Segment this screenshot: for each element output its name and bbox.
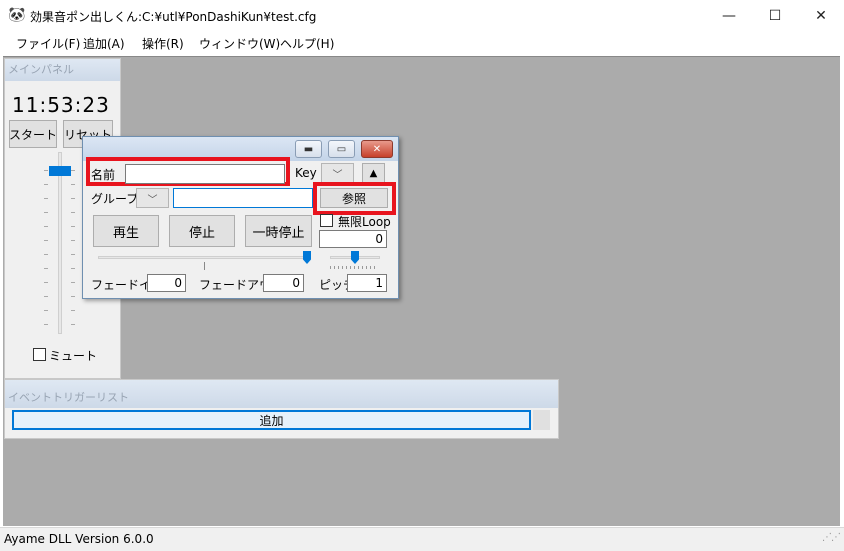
panda-app-icon[interactable]: 🐼: [8, 7, 25, 23]
menu-help[interactable]: ヘルプ(H): [280, 35, 334, 52]
play-button[interactable]: 再生: [93, 215, 159, 247]
pitch-tick: [354, 266, 355, 269]
stop-button[interactable]: 停止: [169, 215, 235, 247]
volume-tick: [71, 268, 75, 269]
pitch-tick: [374, 266, 375, 269]
clock-display: 11:53:23: [12, 93, 110, 117]
mute-checkbox[interactable]: [33, 348, 46, 361]
pause-button[interactable]: 一時停止: [245, 215, 312, 247]
volume-tick: [71, 198, 75, 199]
pitch-tick: [366, 266, 367, 269]
group-dropdown[interactable]: ﹀: [136, 188, 169, 208]
volume-tick: [44, 212, 48, 213]
volume-tick: [44, 268, 48, 269]
mute-label: ミュート: [49, 349, 98, 363]
pitch-tick: [346, 266, 347, 269]
sound-minimize-button[interactable]: ▬: [295, 140, 322, 158]
browse-button[interactable]: 参照: [320, 188, 388, 208]
volume-tick: [71, 226, 75, 227]
up-arrow-button[interactable]: ▲: [362, 163, 385, 183]
key-label: Key: [295, 166, 317, 180]
key-dropdown[interactable]: ﹀: [321, 163, 354, 183]
pitch-tick: [342, 266, 343, 269]
pitch-slider-ticks: [330, 266, 380, 269]
event-list-scroll-area: [533, 410, 550, 430]
window-title: 効果音ポン出しくん:C:¥utl¥PonDashiKun¥test.cfg: [30, 10, 317, 24]
volume-tick: [44, 282, 48, 283]
minimize-button[interactable]: —: [706, 0, 752, 31]
group-input[interactable]: [173, 188, 313, 208]
loop-checkbox[interactable]: [320, 214, 333, 227]
volume-tick: [71, 310, 75, 311]
volume-tick: [44, 240, 48, 241]
pitch-tick: [370, 266, 371, 269]
volume-tick: [44, 310, 48, 311]
menu-add[interactable]: 追加(A): [83, 35, 125, 52]
start-button[interactable]: スタート: [9, 120, 57, 148]
fadein-input[interactable]: 0: [147, 274, 186, 292]
volume-tick: [44, 254, 48, 255]
event-trigger-panel: イベントトリガーリスト: [4, 379, 559, 439]
volume-tick: [71, 282, 75, 283]
fadeout-input[interactable]: 0: [263, 274, 304, 292]
name-label: 名前: [91, 168, 116, 182]
volume-tick: [71, 324, 75, 325]
master-volume-ticks: [44, 170, 84, 335]
loop-count-input[interactable]: 0: [319, 230, 387, 248]
event-panel-caption[interactable]: イベントトリガーリスト: [5, 380, 558, 408]
menu-file[interactable]: ファイル(F): [16, 35, 80, 52]
menu-operation[interactable]: 操作(R): [142, 35, 184, 52]
pitch-tick: [338, 266, 339, 269]
name-input[interactable]: [125, 164, 285, 184]
sound-close-button[interactable]: ✕: [361, 140, 393, 158]
volume-tick: [71, 296, 75, 297]
volume-tick: [71, 212, 75, 213]
sound-volume-center-tick: [204, 262, 205, 270]
pitch-tick: [362, 266, 363, 269]
menu-window[interactable]: ウィンドウ(W): [199, 35, 280, 52]
close-button[interactable]: ✕: [798, 0, 844, 31]
volume-tick: [44, 296, 48, 297]
sound-maximize-button[interactable]: ▭: [328, 140, 355, 158]
volume-tick: [44, 324, 48, 325]
master-volume-thumb[interactable]: [49, 166, 71, 176]
status-text: Ayame DLL Version 6.0.0: [4, 532, 154, 546]
volume-tick: [71, 184, 75, 185]
volume-tick: [44, 226, 48, 227]
sound-volume-track[interactable]: [98, 256, 310, 259]
pitch-tick: [330, 266, 331, 269]
pitch-tick: [350, 266, 351, 269]
volume-tick: [71, 254, 75, 255]
volume-tick: [44, 198, 48, 199]
volume-tick: [44, 184, 48, 185]
maximize-button[interactable]: ☐: [752, 0, 798, 31]
pitch-tick: [358, 266, 359, 269]
volume-tick: [71, 240, 75, 241]
add-trigger-button[interactable]: 追加: [12, 410, 531, 430]
group-label: グループ: [91, 192, 139, 206]
pitch-input[interactable]: 1: [347, 274, 387, 292]
resize-grip-icon[interactable]: ⋰⋰: [822, 532, 841, 543]
menu-bar: [0, 31, 844, 55]
pitch-tick: [334, 266, 335, 269]
volume-tick: [71, 170, 75, 171]
main-panel-caption[interactable]: メインパネル: [5, 59, 120, 81]
volume-tick: [44, 170, 48, 171]
loop-label: 無限Loop: [338, 215, 391, 229]
